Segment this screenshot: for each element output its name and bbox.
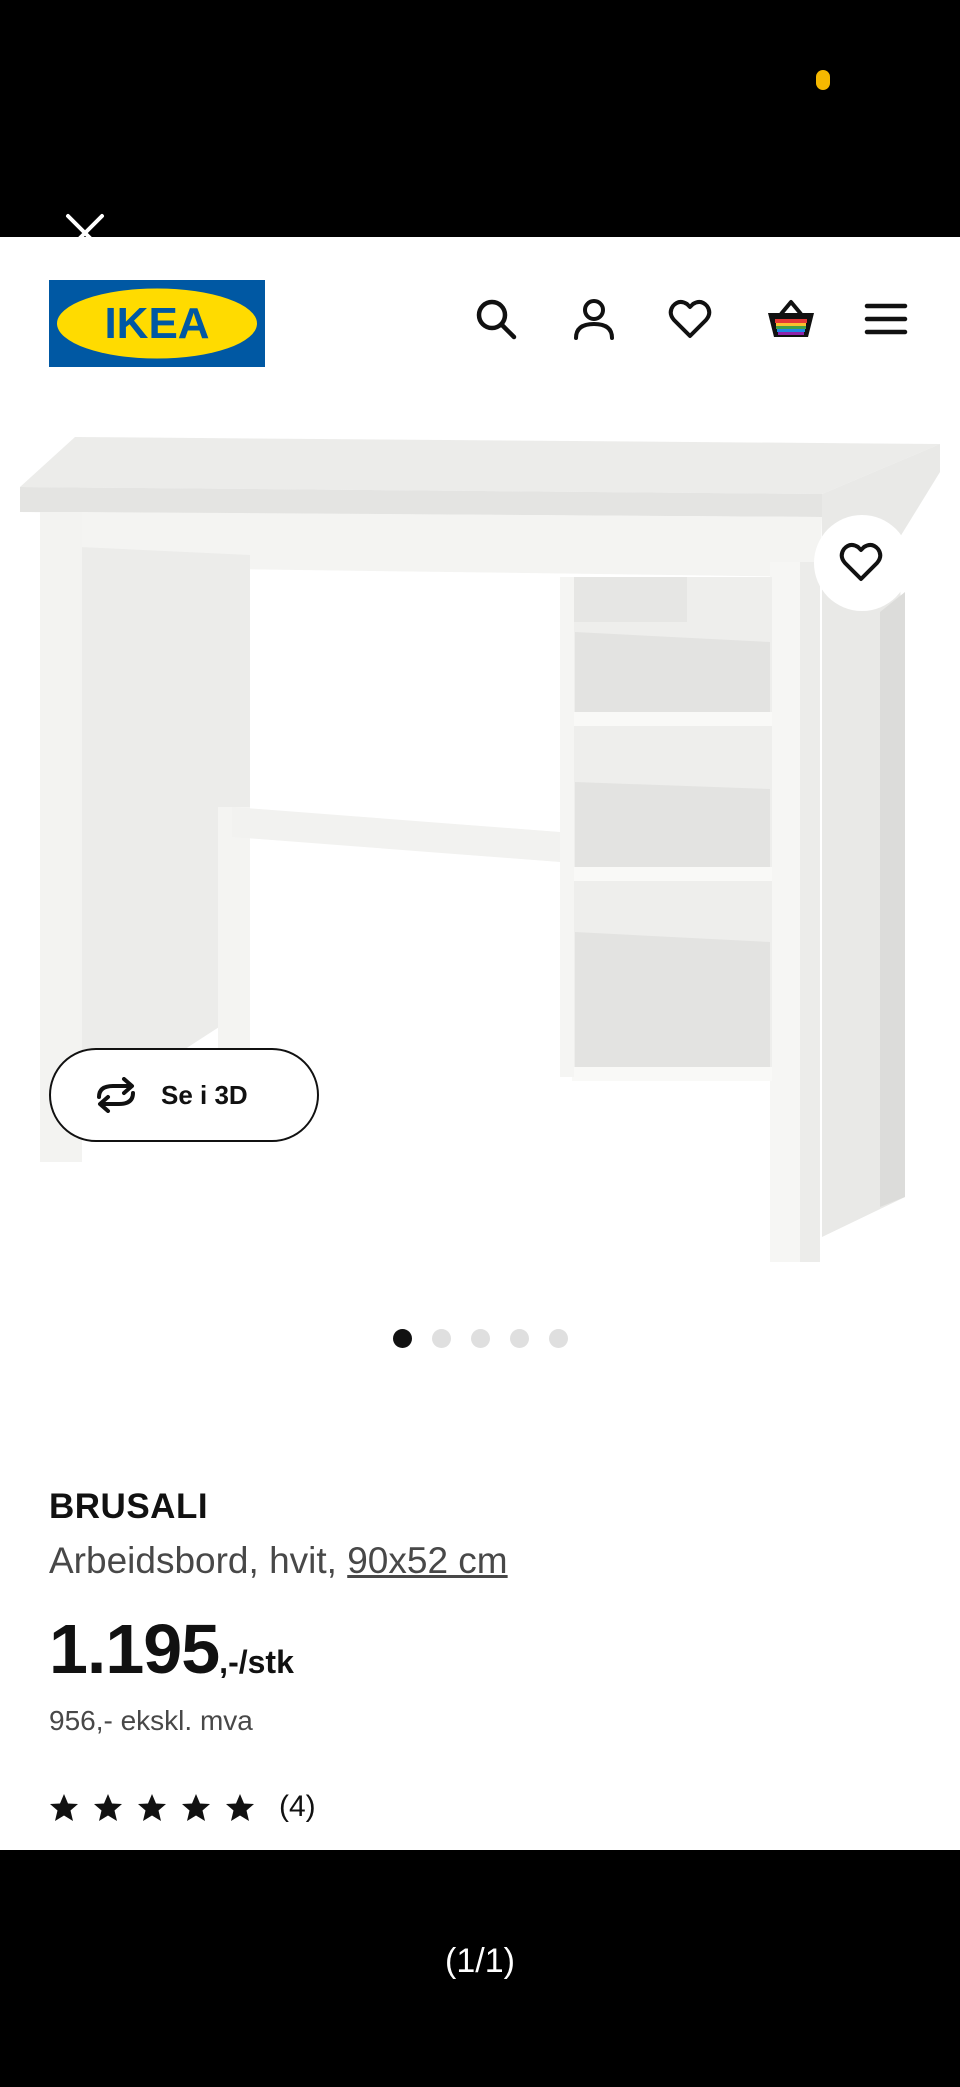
product-description: Arbeidsbord, hvit, 90x52 cm	[49, 1540, 508, 1582]
menu-icon	[864, 303, 908, 335]
search-button[interactable]	[474, 297, 518, 341]
star-icon	[182, 1793, 210, 1821]
rating-count: (4)	[279, 1790, 316, 1823]
site-header: IKEA	[0, 237, 960, 377]
rotate-icon	[97, 1077, 135, 1113]
carousel-dot[interactable]	[509, 1329, 529, 1348]
heart-icon	[839, 542, 883, 581]
rating-stars	[49, 1793, 255, 1822]
menu-button[interactable]	[864, 297, 908, 341]
image-counter: (1/1)	[445, 1942, 515, 1980]
carousel-dot[interactable]	[470, 1329, 490, 1348]
basket-icon	[768, 300, 814, 337]
product-type-text: Arbeidsbord, hvit,	[49, 1540, 348, 1581]
product-image-carousel[interactable]: Se i 3D	[0, 377, 960, 1417]
desk-image	[20, 437, 940, 1262]
view-3d-label: Se i 3D	[161, 1079, 248, 1110]
carousel-dot[interactable]	[548, 1329, 568, 1348]
product-page: IKEA Se i 3D BRUSALI Arbeidsbord, hvit, …	[0, 237, 960, 1850]
star-icon	[226, 1793, 254, 1821]
user-icon	[574, 299, 614, 340]
product-rating[interactable]: (4)	[49, 1790, 316, 1824]
wishlist-button[interactable]	[668, 297, 712, 341]
carousel-indicators	[0, 1329, 960, 1349]
product-name: BRUSALI	[49, 1487, 209, 1526]
star-icon	[50, 1793, 78, 1821]
product-dimensions-link[interactable]: 90x52 cm	[347, 1540, 507, 1581]
account-button[interactable]	[572, 297, 616, 341]
search-icon	[476, 299, 517, 340]
logo-text: IKEA	[104, 299, 209, 348]
star-icon	[138, 1793, 166, 1821]
heart-icon	[668, 299, 712, 338]
view-3d-button[interactable]: Se i 3D	[49, 1048, 319, 1142]
star-icon	[94, 1793, 122, 1821]
status-indicator	[816, 70, 830, 90]
carousel-dot[interactable]	[392, 1329, 412, 1348]
price-integer: 1.195	[49, 1610, 220, 1688]
basket-button[interactable]	[766, 297, 814, 341]
price-suffix: ,-/stk	[219, 1644, 294, 1680]
ikea-logo[interactable]: IKEA	[49, 280, 265, 367]
carousel-dot[interactable]	[431, 1329, 451, 1348]
favorite-button[interactable]	[814, 515, 910, 611]
price-excl-vat: 956,- ekskl. mva	[49, 1705, 253, 1736]
product-price: 1.195,-/stk	[49, 1609, 294, 1689]
